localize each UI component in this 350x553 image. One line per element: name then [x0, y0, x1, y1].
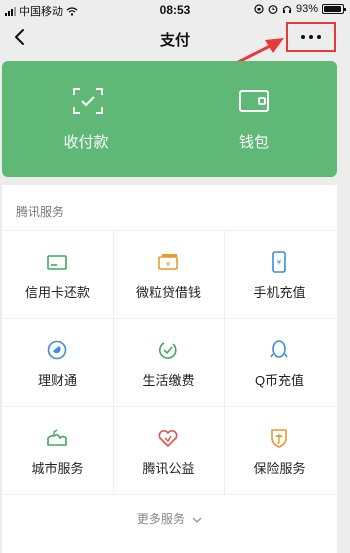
- wallet-label: 钱包: [238, 134, 269, 151]
- loan-cash-icon: ¥: [158, 254, 178, 270]
- status-bar: 中国移动 08:53 93%: [0, 0, 350, 20]
- service-credit-card[interactable]: 信用卡还款: [2, 230, 113, 318]
- service-label: 保险服务: [253, 461, 306, 476]
- more-dots-icon: [301, 35, 305, 39]
- service-label: 腾讯公益: [142, 461, 195, 476]
- service-label: Q币充值: [254, 373, 305, 388]
- service-label: 理财通: [37, 373, 77, 388]
- wallet-button[interactable]: 钱包: [170, 61, 338, 177]
- utility-payment-icon: [158, 342, 177, 359]
- headphones-icon: [282, 5, 292, 13]
- service-label: 城市服务: [31, 461, 84, 476]
- service-qcoin[interactable]: Q币充值: [224, 318, 335, 406]
- status-right: 93%: [254, 3, 346, 15]
- receive-pay-label: 收付款: [63, 134, 109, 151]
- lock-rotation-icon: [254, 4, 264, 14]
- service-charity[interactable]: 腾讯公益: [113, 406, 224, 494]
- qq-penguin-icon: [270, 340, 288, 358]
- service-insurance[interactable]: 保险服务: [224, 406, 335, 494]
- more-services-button[interactable]: 更多服务: [2, 510, 337, 527]
- more-services-label: 更多服务: [136, 512, 185, 526]
- wallet-icon: [239, 90, 269, 112]
- svg-text:¥: ¥: [277, 259, 282, 267]
- phone-recharge-icon: ¥: [272, 251, 286, 273]
- more-button[interactable]: [286, 22, 336, 52]
- charity-heart-icon: [158, 429, 178, 448]
- wealth-icon: [47, 340, 67, 360]
- svg-text:¥: ¥: [166, 261, 171, 269]
- alarm-icon: [268, 5, 278, 14]
- service-utilities[interactable]: 生活缴费: [113, 318, 224, 406]
- scan-frame-icon: [73, 88, 103, 114]
- battery-icon: [322, 4, 346, 14]
- credit-card-icon: [47, 255, 67, 270]
- service-loan[interactable]: ¥ 微粒贷借钱: [113, 230, 224, 318]
- service-label: 手机充值: [253, 285, 306, 300]
- service-city[interactable]: 城市服务: [2, 406, 113, 494]
- insurance-umbrella-icon: [271, 429, 287, 448]
- receive-pay-button[interactable]: 收付款: [2, 61, 170, 177]
- wallet-card: 收付款 钱包: [2, 61, 337, 177]
- service-phone-recharge[interactable]: ¥ 手机充值: [224, 230, 335, 318]
- service-label: 微粒贷借钱: [135, 285, 201, 300]
- chevron-down-icon: [192, 517, 202, 523]
- battery-percent: 93%: [295, 3, 318, 15]
- services-title: 腾讯服务: [16, 205, 65, 219]
- service-wealth[interactable]: 理财通: [2, 318, 113, 406]
- service-label: 信用卡还款: [24, 285, 90, 300]
- city-service-icon: [47, 429, 67, 446]
- service-label: 生活缴费: [142, 373, 195, 388]
- tencent-services-panel: 腾讯服务 信用卡还款 ¥ 微粒贷借钱 ¥ 手机充值 理财通 生活缴费 Q币充值 …: [2, 185, 337, 553]
